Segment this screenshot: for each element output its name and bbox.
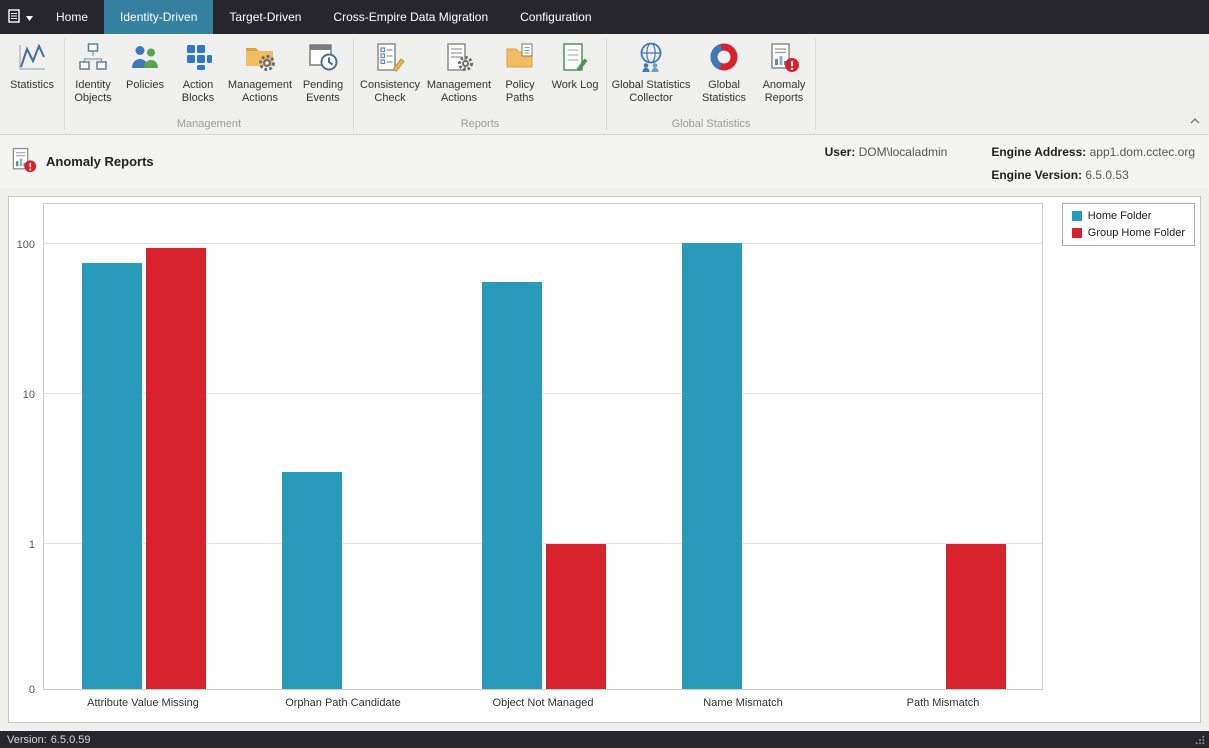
menu-item-target-driven[interactable]: Target-Driven	[213, 0, 317, 34]
action-blocks-icon	[182, 41, 214, 76]
y-tick-label: 10	[9, 389, 35, 402]
identity-objects-button[interactable]: Identity Objects	[67, 35, 119, 107]
ribbon-group-label	[2, 128, 62, 134]
management-actions-icon	[244, 41, 276, 76]
ribbon-group-label: Management	[67, 116, 351, 134]
global-statistics-collector-button[interactable]: Global Statistics Collector	[609, 35, 693, 107]
identity-objects-label: Identity Objects	[69, 79, 117, 105]
page-title: Anomaly Reports	[46, 154, 154, 169]
work-log-icon	[559, 41, 591, 76]
app-window: Home Identity-Driven Target-Driven Cross…	[0, 0, 1209, 748]
y-tick-label: 100	[9, 239, 35, 252]
management-actions-report-label: Management Actions	[426, 79, 492, 105]
bar-home-folder-1	[282, 472, 342, 689]
management-actions-button[interactable]: Management Actions	[225, 35, 295, 107]
chart-legend: Home Folder Group Home Folder	[1062, 203, 1195, 246]
global-statistics-collector-label: Global Statistics Collector	[611, 79, 691, 105]
chevron-up-icon	[1190, 112, 1200, 127]
collapse-ribbon-button[interactable]	[1188, 110, 1202, 129]
version-status: Version:6.5.0.59	[7, 734, 91, 746]
policy-paths-label: Policy Paths	[496, 79, 544, 105]
consistency-check-button[interactable]: Consistency Check	[356, 35, 424, 107]
policy-paths-button[interactable]: Policy Paths	[494, 35, 546, 107]
pending-events-icon	[307, 41, 339, 76]
anomaly-reports-label: Anomaly Reports	[757, 79, 811, 105]
legend-swatch	[1072, 228, 1082, 238]
work-log-label: Work Log	[552, 79, 599, 92]
global-statistics-button[interactable]: Global Statistics	[693, 35, 755, 107]
consistency-check-icon	[374, 41, 406, 76]
statistics-label: Statistics	[10, 79, 54, 92]
x-category-label: Object Not Managed	[443, 697, 643, 709]
main-content: 0 1 10 100 Attribute Value MissingOrphan Pa…	[0, 188, 1209, 731]
global-statistics-icon	[708, 41, 740, 76]
ribbon-group-global-statistics: Global Statistics Collector Global Stati…	[607, 34, 815, 134]
menu-bar: Home Identity-Driven Target-Driven Cross…	[0, 0, 1209, 34]
bar-home-folder-2	[482, 282, 542, 689]
user-info: User: DOM\localadmin	[825, 145, 948, 159]
gridline-100	[44, 243, 1042, 244]
ribbon-group-reports: Consistency Check Management Actions Pol…	[354, 34, 606, 134]
action-blocks-button[interactable]: Action Blocks	[171, 35, 225, 107]
page-header: Anomaly Reports User: DOM\localadmin Eng…	[0, 135, 1209, 188]
anomaly-reports-icon	[768, 41, 800, 76]
menu-item-home[interactable]: Home	[40, 0, 104, 34]
legend-swatch	[1072, 211, 1082, 221]
legend-label: Home Folder	[1088, 210, 1152, 222]
bar-group-home-folder-2	[546, 544, 606, 689]
bar-group-home-folder-0	[146, 248, 206, 689]
anomaly-reports-button[interactable]: Anomaly Reports	[755, 35, 813, 107]
ribbon-group-management: Identity Objects Policies Action Blocks	[65, 34, 353, 134]
resize-grip-icon[interactable]	[1195, 735, 1205, 745]
x-category-label: Attribute Value Missing	[43, 697, 243, 709]
app-menu-icon	[8, 9, 23, 26]
x-axis: Attribute Value MissingOrphan Path Candi…	[43, 697, 1043, 713]
work-log-button[interactable]: Work Log	[546, 35, 604, 94]
legend-entry: Group Home Folder	[1072, 227, 1185, 239]
global-statistics-label: Global Statistics	[695, 79, 753, 105]
ribbon-separator	[815, 38, 816, 130]
bar-home-folder-3	[682, 243, 742, 689]
policies-label: Policies	[126, 79, 164, 92]
x-category-label: Name Mismatch	[643, 697, 843, 709]
menu-item-configuration[interactable]: Configuration	[504, 0, 607, 34]
pending-events-label: Pending Events	[297, 79, 349, 105]
policies-icon	[129, 41, 161, 76]
statistics-icon	[16, 41, 48, 76]
chart-panel: 0 1 10 100 Attribute Value MissingOrphan Pa…	[8, 196, 1201, 723]
management-actions-report-icon	[443, 41, 475, 76]
menu-item-identity-driven[interactable]: Identity-Driven	[104, 0, 213, 34]
engine-version-info: Engine Version: 6.5.0.53	[991, 168, 1195, 182]
app-menu-button[interactable]	[0, 0, 40, 34]
policy-paths-icon	[504, 41, 536, 76]
bar-group-home-folder-4	[946, 544, 1006, 689]
x-category-label: Path Mismatch	[843, 697, 1043, 709]
statistics-button[interactable]: Statistics	[2, 35, 62, 94]
action-blocks-label: Action Blocks	[173, 79, 223, 105]
policies-button[interactable]: Policies	[119, 35, 171, 94]
ribbon-group-statistics: Statistics	[0, 34, 64, 134]
pending-events-button[interactable]: Pending Events	[295, 35, 351, 107]
x-category-label: Orphan Path Candidate	[243, 697, 443, 709]
anomaly-reports-page-icon	[10, 146, 37, 178]
y-axis: 0110100	[9, 204, 39, 691]
legend-label: Group Home Folder	[1088, 227, 1185, 239]
global-statistics-collector-icon	[635, 41, 667, 76]
ribbon-group-label: Global Statistics	[609, 116, 813, 134]
engine-address-info: Engine Address: app1.dom.cctec.org	[991, 145, 1195, 159]
management-actions-report-button[interactable]: Management Actions	[424, 35, 494, 107]
ribbon-group-label: Reports	[356, 116, 604, 134]
chevron-down-icon	[26, 10, 33, 24]
y-tick-label: 0	[9, 684, 35, 697]
menu-item-cross-empire-data-migration[interactable]: Cross-Empire Data Migration	[317, 0, 504, 34]
plot-area	[43, 203, 1043, 690]
status-bar: Version:6.5.0.59	[0, 731, 1209, 748]
y-tick-label: 1	[9, 539, 35, 552]
management-actions-label: Management Actions	[227, 79, 293, 105]
consistency-check-label: Consistency Check	[358, 79, 422, 105]
bar-home-folder-0	[82, 263, 142, 689]
ribbon: Statistics Identity Objects Policies	[0, 34, 1209, 135]
identity-objects-icon	[77, 41, 109, 76]
legend-entry: Home Folder	[1072, 210, 1185, 222]
